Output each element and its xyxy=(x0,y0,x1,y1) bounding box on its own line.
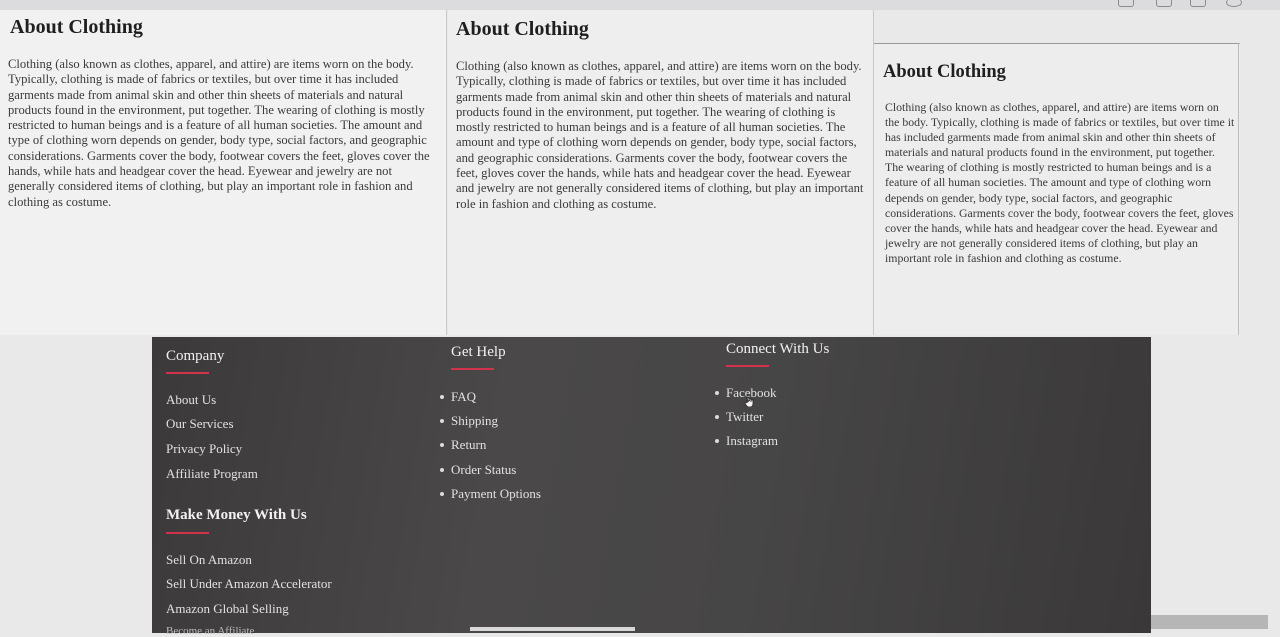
heading-underline xyxy=(166,372,209,374)
article-body: Clothing (also known as clothes, apparel… xyxy=(8,57,430,209)
footer-link-faq[interactable]: FAQ xyxy=(451,389,476,405)
site-footer: Company About Us Our Services Privacy Po… xyxy=(152,337,1151,637)
footer-link-amazon-accelerator[interactable]: Sell Under Amazon Accelerator xyxy=(166,576,332,592)
toolbar-icon[interactable] xyxy=(1156,0,1172,7)
footer-link-our-services[interactable]: Our Services xyxy=(166,416,234,432)
heading-underline xyxy=(166,532,209,534)
article-title: About Clothing xyxy=(456,18,589,40)
article-column-1: About Clothing Clothing (also known as c… xyxy=(0,10,447,335)
footer-heading-connect: Connect With Us xyxy=(726,341,830,357)
article-body: Clothing (also known as clothes, apparel… xyxy=(456,59,864,211)
footer-link-amazon-global-selling[interactable]: Amazon Global Selling xyxy=(166,601,289,617)
heading-underline xyxy=(451,368,494,370)
footer-link-instagram[interactable]: Instagram xyxy=(726,433,778,449)
heading-underline xyxy=(726,365,769,367)
bullet-icon xyxy=(440,395,444,399)
profile-icon[interactable] xyxy=(1226,0,1242,7)
column-divider xyxy=(1238,43,1239,335)
footer-link-about-us[interactable]: About Us xyxy=(166,392,216,408)
footer-heading-make-money: Make Money With Us xyxy=(166,507,307,523)
footer-link-twitter[interactable]: Twitter xyxy=(726,409,763,425)
article-column-2: About Clothing Clothing (also known as c… xyxy=(448,10,874,335)
article-body: Clothing (also known as clothes, apparel… xyxy=(885,100,1235,265)
bullet-icon xyxy=(715,391,719,395)
footer-link-privacy-policy[interactable]: Privacy Policy xyxy=(166,441,242,457)
bullet-icon xyxy=(440,468,444,472)
footer-link-return[interactable]: Return xyxy=(451,437,486,453)
article-column-3: About Clothing Clothing (also known as c… xyxy=(874,43,1240,335)
article-title: About Clothing xyxy=(10,16,143,38)
footer-link-sell-on-amazon[interactable]: Sell On Amazon xyxy=(166,552,252,568)
footer-link-affiliate-program[interactable]: Affiliate Program xyxy=(166,466,258,482)
bullet-icon xyxy=(440,419,444,423)
footer-link-order-status[interactable]: Order Status xyxy=(451,462,516,478)
bullet-icon xyxy=(715,415,719,419)
footer-link-become-affiliate[interactable]: Become an Affiliate xyxy=(166,625,254,637)
horizontal-scrollbar[interactable] xyxy=(470,627,635,631)
bullet-icon xyxy=(440,443,444,447)
footer-link-shipping[interactable]: Shipping xyxy=(451,413,498,429)
browser-top-strip xyxy=(0,0,1280,10)
toolbar-icon[interactable] xyxy=(1118,0,1134,7)
footer-link-payment-options[interactable]: Payment Options xyxy=(451,486,541,502)
footer-heading-get-help: Get Help xyxy=(451,344,506,360)
toolbar-icon[interactable] xyxy=(1190,0,1206,7)
hand-cursor-icon xyxy=(744,394,754,407)
scrollbar-thumb[interactable] xyxy=(1151,615,1268,629)
footer-heading-company: Company xyxy=(166,348,225,364)
bullet-icon xyxy=(715,439,719,443)
bullet-icon xyxy=(440,492,444,496)
article-title: About Clothing xyxy=(883,62,1006,82)
